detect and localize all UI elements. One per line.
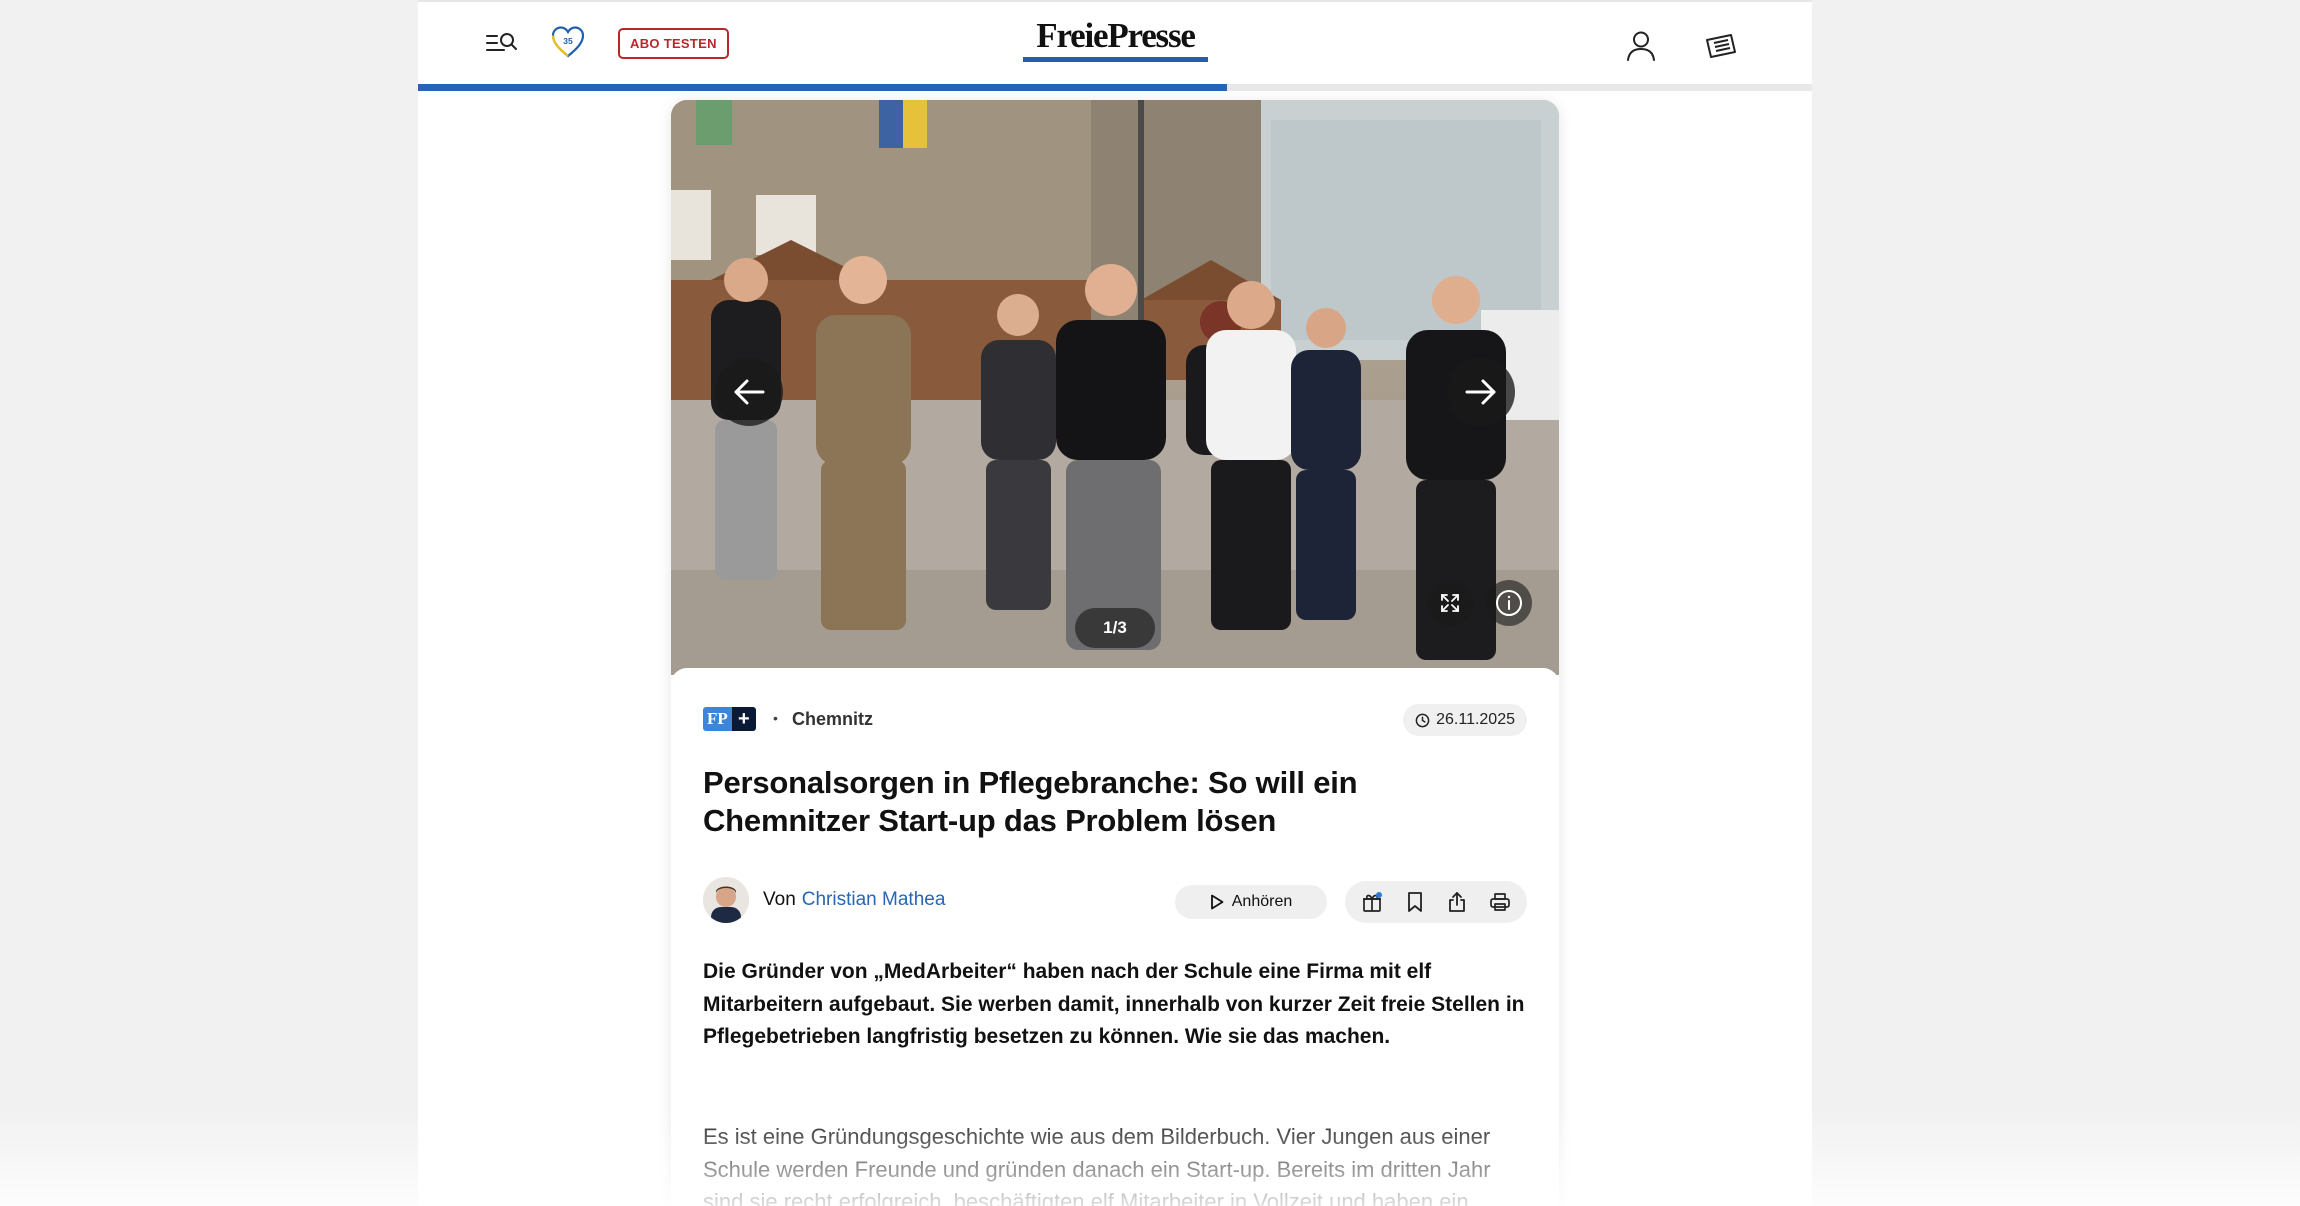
fp-badge-text: FP (703, 707, 732, 731)
epaper-icon[interactable] (1701, 26, 1741, 66)
image-gallery[interactable]: 1/3 (671, 100, 1559, 675)
reading-progress-bar (418, 84, 1812, 91)
category-link[interactable]: Chemnitz (792, 709, 873, 730)
reading-progress-fill (418, 84, 1227, 91)
play-icon (1210, 894, 1224, 910)
logo-underline (1023, 56, 1208, 62)
image-info-button[interactable] (1486, 580, 1532, 626)
page: 35 ABO TESTEN FreiePresse 1/3 FP + • Che… (418, 0, 1812, 1206)
user-icon[interactable] (1621, 26, 1661, 66)
plus-badge-text: + (731, 707, 756, 731)
share-icon (1449, 892, 1466, 912)
article-card: 1/3 FP + • Chemnitz 26.11.2025 Personals… (671, 100, 1559, 1206)
author-name-link[interactable]: Christian Mathea (802, 889, 946, 911)
meta-separator: • (773, 710, 778, 726)
abo-testen-button[interactable]: ABO TESTEN (618, 28, 729, 59)
logo-text: FreiePresse (1036, 16, 1196, 55)
print-button[interactable] (1485, 887, 1515, 917)
article-actions (1345, 881, 1527, 923)
date-text: 26.11.2025 (1436, 711, 1515, 728)
article-body: Es ist eine Gründungsgeschichte wie aus … (703, 1124, 1491, 1206)
article-content: FP + • Chemnitz 26.11.2025 Personalsorge… (671, 668, 1559, 1206)
arrow-right-icon (1465, 379, 1496, 405)
listen-button[interactable]: Anhören (1175, 885, 1327, 919)
info-icon (1496, 590, 1522, 616)
heart-badge-number: 35 (563, 36, 573, 46)
author-prefix: Von (763, 889, 796, 910)
gallery-prev-button[interactable] (715, 358, 783, 426)
gallery-next-button[interactable] (1447, 358, 1515, 426)
gift-article-button[interactable] (1357, 887, 1387, 917)
fullscreen-button[interactable] (1427, 580, 1473, 626)
fullscreen-icon (1441, 594, 1459, 612)
author-line: Von Christian Mathea (703, 876, 945, 924)
bookmark-button[interactable] (1400, 887, 1430, 917)
fp-plus-badge[interactable]: FP + (703, 707, 756, 731)
publish-date: 26.11.2025 (1403, 704, 1527, 736)
share-button[interactable] (1442, 887, 1472, 917)
author-avatar[interactable] (703, 877, 749, 923)
listen-label: Anhören (1231, 893, 1293, 910)
heart-icon[interactable]: 35 (548, 22, 588, 62)
arrow-left-icon (734, 379, 765, 405)
bookmark-icon (1407, 892, 1422, 912)
article-meta: FP + • Chemnitz 26.11.2025 (703, 704, 1527, 736)
site-header: 35 ABO TESTEN FreiePresse (418, 0, 1812, 91)
gallery-photo (671, 100, 1559, 675)
gift-icon (1363, 892, 1383, 912)
freie-presse-logo[interactable]: FreiePresse (1023, 16, 1208, 63)
menu-search-icon[interactable] (482, 24, 522, 62)
gallery-counter: 1/3 (1075, 608, 1155, 648)
clock-icon (1415, 713, 1430, 727)
article-headline: Personalsorgen in Pflegebranche: So will… (703, 765, 1358, 838)
article-lead: Die Gründer von „MedArbeiter“ haben nach… (703, 960, 1525, 1048)
print-icon (1489, 893, 1510, 911)
